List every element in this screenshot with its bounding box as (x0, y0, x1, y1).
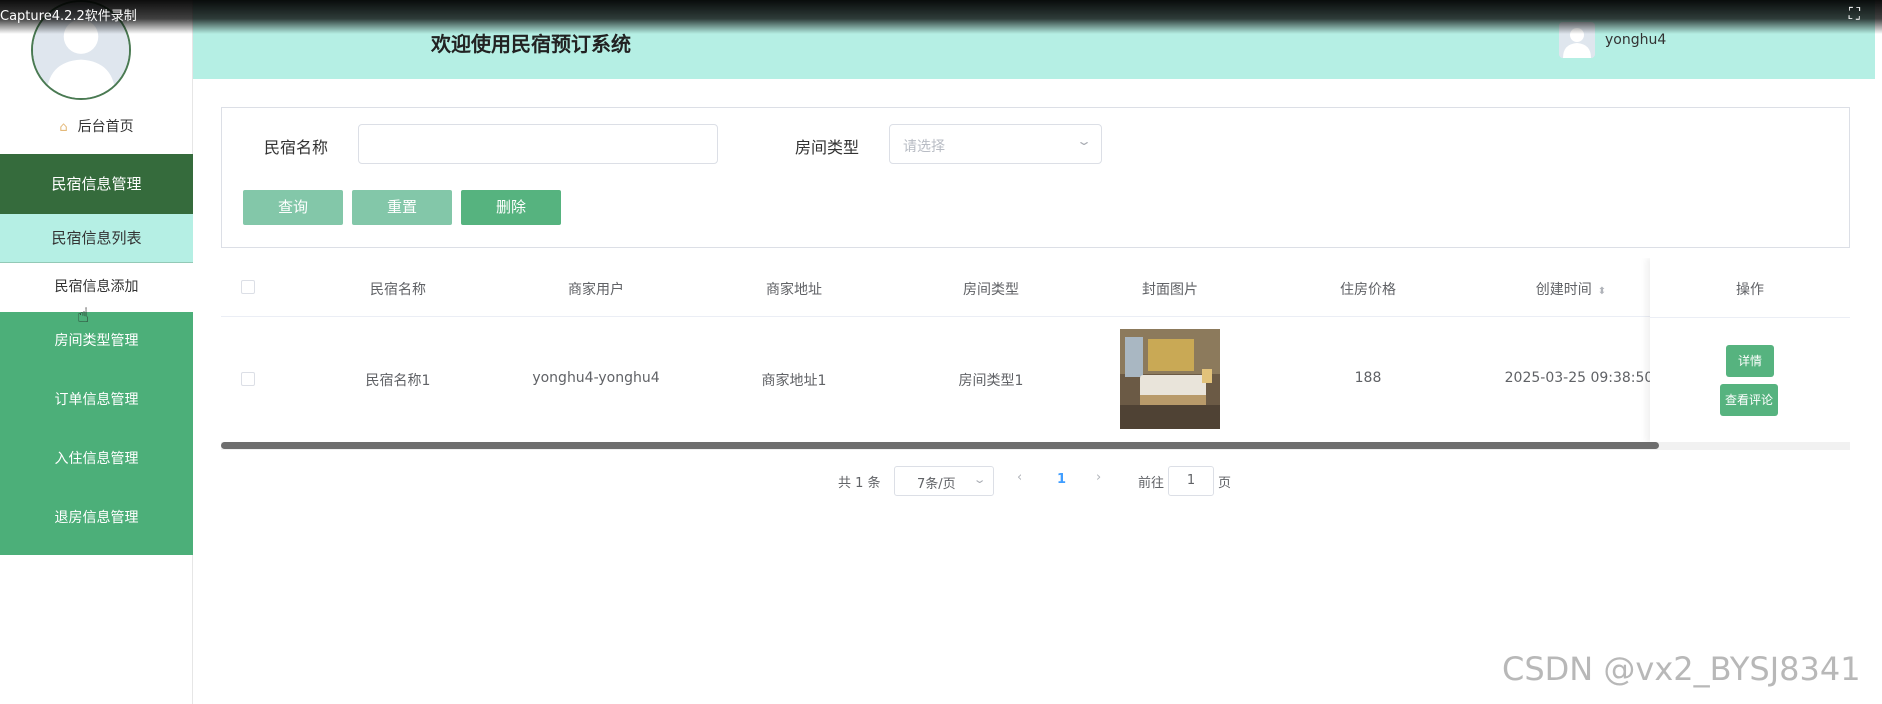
data-table: 民宿名称 商家用户 商家地址 房间类型 封面图片 住房价格 创建时间 ⬍ 民宿名称… (221, 258, 1850, 448)
cell-name: 民宿名称1 (365, 373, 431, 389)
home-link[interactable]: ⌂ 后台首页 (0, 116, 193, 136)
col-created-label: 创建时间 (1535, 282, 1592, 298)
select-all-checkbox[interactable] (241, 280, 255, 294)
sidebar-menu: 民宿信息管理 民宿信息列表 民宿信息添加 房间类型管理 订单信息管理 入住信息管… (0, 154, 193, 555)
menu-group-orders[interactable]: 订单信息管理 (0, 371, 193, 430)
room-type-select[interactable]: 请选择 ⌄ (889, 124, 1102, 164)
next-page-icon[interactable]: › (1096, 470, 1101, 498)
table-scrollbar-thumb[interactable] (221, 442, 1659, 449)
sort-icon[interactable]: ⬍ (1598, 286, 1606, 297)
menu-group-homestay-info[interactable]: 民宿信息管理 (0, 154, 193, 214)
room-type-placeholder: 请选择 (903, 139, 945, 155)
name-label: 民宿名称 (264, 138, 329, 157)
col-price: 住房价格 (1340, 282, 1396, 298)
cell-merchant-user: yonghu4-yonghu4 (532, 370, 660, 386)
cell-price: 188 (1354, 370, 1382, 386)
query-button[interactable]: 查询 (243, 190, 343, 225)
home-icon: ⌂ (59, 120, 68, 135)
col-cover: 封面图片 (1142, 282, 1198, 298)
prev-page-icon[interactable]: ‹ (1017, 470, 1022, 498)
goto-label: 前往 (1138, 476, 1165, 491)
col-actions: 操作 (1736, 282, 1764, 298)
reset-button[interactable]: 重置 (352, 190, 452, 225)
col-created-time[interactable]: 创建时间 ⬍ (1501, 279, 1641, 299)
home-label: 后台首页 (77, 119, 134, 135)
capture-label: Capture4.2.2软件录制 (0, 9, 137, 24)
search-panel: 民宿名称 房间类型 请选择 ⌄ 查询 重置 删除 (221, 107, 1850, 248)
username[interactable]: yonghu4 (1605, 32, 1666, 48)
current-page[interactable]: 1 (1057, 472, 1066, 500)
details-button[interactable]: 详情 (1726, 345, 1774, 377)
name-search-input[interactable] (358, 124, 718, 164)
row-checkbox[interactable] (241, 372, 255, 386)
page-size-value: 7条/页 (917, 477, 956, 492)
menu-item-homestay-list[interactable]: 民宿信息列表 (0, 214, 193, 263)
page-suffix: 页 (1218, 476, 1232, 491)
room-type-label: 房间类型 (795, 138, 860, 157)
pagination-total: 共 1 条 (838, 476, 881, 491)
chevron-down-icon: ⌄ (1075, 134, 1093, 148)
col-merchant-user: 商家用户 (568, 282, 624, 298)
hotel-room-image (1120, 329, 1220, 429)
table-header: 民宿名称 商家用户 商家地址 房间类型 封面图片 住房价格 创建时间 ⬍ (221, 258, 1850, 317)
goto-page-input[interactable]: 1 (1168, 466, 1214, 496)
exit-fullscreen-icon[interactable]: ⛶ (1849, 4, 1860, 24)
menu-group-checkin[interactable]: 入住信息管理 (0, 430, 193, 489)
menu-group-checkout[interactable]: 退房信息管理 (0, 489, 193, 548)
cover-image[interactable] (1120, 329, 1220, 429)
sidebar: ⌂ 后台首页 民宿信息管理 民宿信息列表 民宿信息添加 房间类型管理 订单信息管理… (0, 0, 193, 704)
capture-overlay-bar: Capture4.2.2软件录制 ⛶ (0, 0, 1882, 34)
menu-item-homestay-add[interactable]: 民宿信息添加 (0, 263, 193, 312)
cell-room-type: 房间类型1 (958, 373, 1024, 389)
menu-group-room-type[interactable]: 房间类型管理 (0, 312, 193, 371)
col-room-type: 房间类型 (963, 282, 1019, 298)
view-comments-button[interactable]: 查看评论 (1720, 384, 1778, 416)
cell-created-time: 2025-03-25 09:38:50 (1504, 370, 1654, 386)
col-name: 民宿名称 (370, 282, 426, 298)
cell-merchant-address: 商家地址1 (761, 373, 827, 389)
actions-column: 操作 详情 查看评论 (1650, 258, 1850, 443)
chevron-down-icon: ⌄ (972, 473, 987, 486)
menu-green-groups: 房间类型管理 订单信息管理 入住信息管理 退房信息管理 (0, 312, 193, 555)
csdn-watermark: CSDN @vx2_BYSJ8341 (1502, 650, 1861, 688)
delete-button[interactable]: 删除 (461, 190, 561, 225)
page-size-select[interactable]: 7条/页 ⌄ (894, 466, 994, 496)
hand-cursor-icon: ☝ (77, 303, 90, 327)
actions-divider (1650, 317, 1850, 318)
col-merchant-address: 商家地址 (766, 282, 822, 298)
